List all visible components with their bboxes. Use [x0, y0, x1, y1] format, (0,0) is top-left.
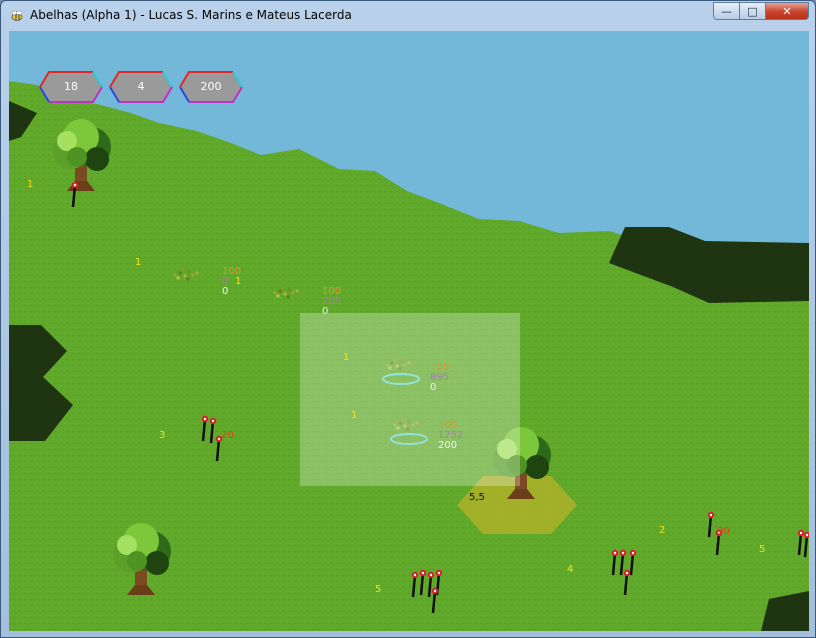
bee-icon — [11, 10, 23, 21]
game-window: Abelhas (Alpha 1) - Lucas S. Marins e Ma… — [0, 0, 816, 638]
flower-label: 90 — [717, 526, 730, 537]
close-icon: ✕ — [782, 4, 792, 18]
hud-counter-1: 18 — [39, 71, 103, 103]
tile-label: 1 — [235, 276, 242, 287]
hud-value: 4 — [137, 80, 145, 93]
swarm-count: 0 — [430, 382, 437, 393]
hud-value: 200 — [200, 80, 222, 93]
flower-label: 20 — [221, 430, 234, 441]
tile-label: 4 — [567, 564, 574, 575]
swarm-count: 0 — [222, 286, 229, 297]
tile-label: 1 — [343, 352, 350, 363]
swarm-stats: 100 895 0 — [430, 363, 449, 393]
minimize-button[interactable]: — — [713, 2, 739, 20]
swarm-stats: 100 705 0 — [322, 287, 341, 317]
swarm-count: 200 — [438, 440, 458, 451]
minimize-icon: — — [721, 4, 732, 18]
titlebar[interactable]: Abelhas (Alpha 1) - Lucas S. Marins e Ma… — [1, 1, 815, 31]
swarm-count: 0 — [322, 306, 329, 317]
game-viewport[interactable]: 18 4 200 1 1 1 1 3 5 4 2 5 100 0 0 1 100… — [9, 31, 809, 631]
tile-label: 2 — [659, 525, 666, 536]
tile-label: 5 — [375, 584, 382, 595]
maximize-button[interactable]: □ — [739, 2, 765, 20]
tile-label: 1 — [351, 410, 358, 421]
maximize-icon: □ — [747, 4, 758, 18]
tile-label: 1 — [27, 179, 34, 190]
hud-counter-3: 200 — [179, 71, 243, 103]
selected-tile-coord: 5,5 — [469, 492, 485, 503]
close-button[interactable]: ✕ — [765, 2, 809, 20]
tile-label: 5 — [759, 544, 766, 555]
tile-label: 3 — [159, 430, 166, 441]
hud-value: 18 — [64, 80, 78, 93]
swarm-stats: 100 1752 200 — [438, 421, 463, 451]
window-title: Abelhas (Alpha 1) - Lucas S. Marins e Ma… — [30, 8, 352, 22]
tile-label: 1 — [135, 257, 142, 268]
selection-rectangle[interactable] — [300, 313, 520, 486]
hud-counter-2: 4 — [109, 71, 173, 103]
